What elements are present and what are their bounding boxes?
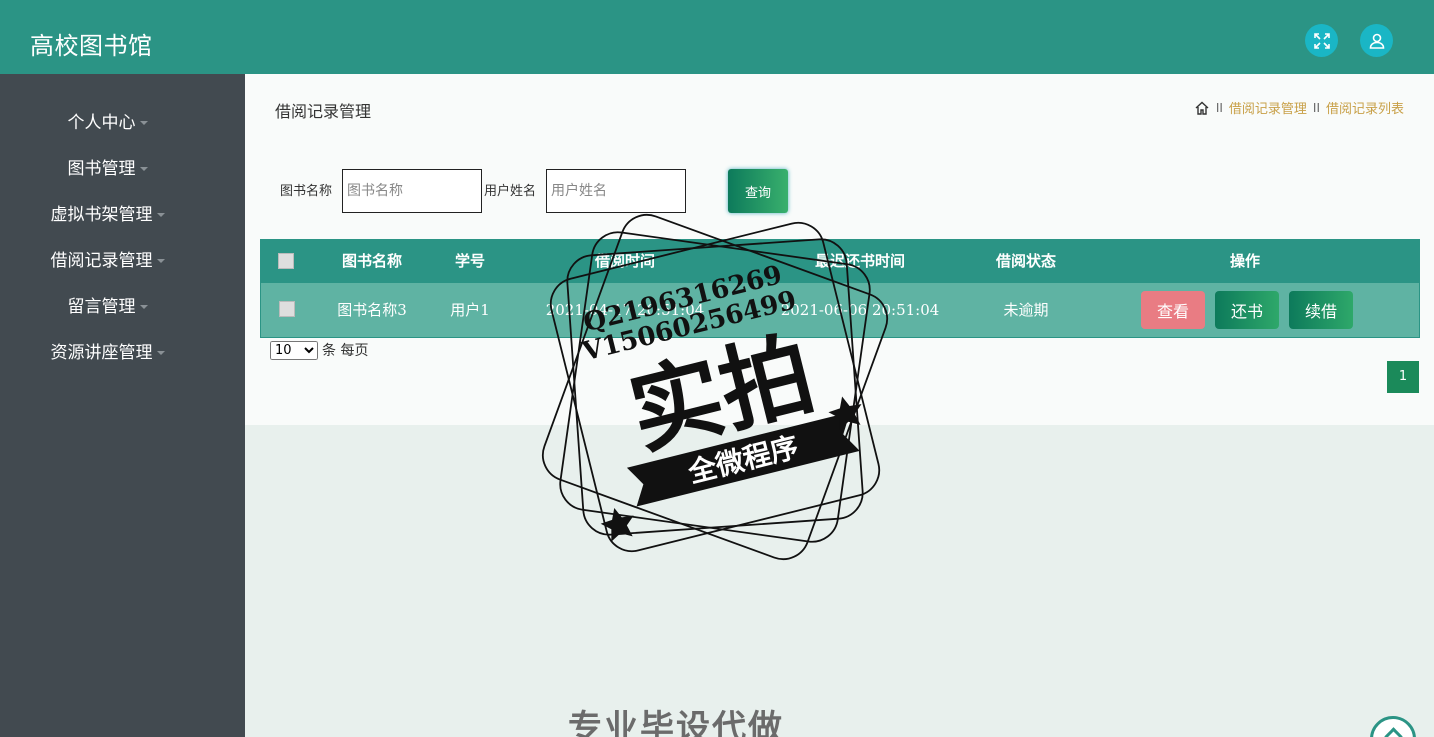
sidebar-item-lectures[interactable]: 资源讲座管理: [0, 338, 215, 363]
caret-down-icon: [156, 351, 165, 355]
query-button[interactable]: 查询: [728, 169, 788, 213]
page-size-control: 10 条 每页: [270, 340, 368, 360]
select-all-checkbox[interactable]: [278, 253, 294, 269]
return-book-button[interactable]: 还书: [1215, 291, 1279, 329]
breadcrumb-separator: II: [1312, 100, 1320, 115]
fullscreen-button[interactable]: [1305, 24, 1338, 57]
breadcrumb: II 借阅记录管理 II 借阅记录列表: [1194, 98, 1404, 117]
sidebar-item-label: 留言管理: [67, 297, 136, 317]
caret-down-icon: [139, 167, 148, 171]
watermark-bottom-text: 专业毕设代做: [568, 708, 784, 737]
caret-down-icon: [139, 121, 148, 125]
sidebar-item-label: 虚拟书架管理: [50, 205, 153, 225]
book-name-label: 图书名称: [280, 184, 333, 199]
table-header: 图书名称 学号 借阅时间 最迟还书时间 借阅状态 操作: [260, 239, 1420, 283]
page-number-1[interactable]: 1: [1387, 361, 1419, 393]
book-name-input[interactable]: [342, 169, 482, 213]
top-bar: 高校图书馆: [0, 0, 1434, 74]
star-icon: [600, 507, 634, 542]
caret-down-icon: [156, 259, 165, 263]
cell-due-time: 2021-06-06 20:51:04: [780, 301, 940, 319]
cell-book-name: 图书名称3: [337, 301, 407, 319]
breadcrumb-separator: II: [1215, 100, 1223, 115]
sidebar-item-messages[interactable]: 留言管理: [0, 292, 215, 317]
view-button[interactable]: 查看: [1141, 291, 1205, 329]
caret-down-icon: [156, 213, 165, 217]
user-name-label: 用户姓名: [484, 184, 537, 199]
sidebar-item-personal-center[interactable]: 个人中心: [0, 108, 215, 133]
column-header[interactable]: 借阅时间: [595, 239, 655, 283]
column-header: 操作: [1229, 252, 1261, 270]
back-to-top-button[interactable]: [1370, 716, 1416, 737]
user-name-input[interactable]: [546, 169, 686, 213]
page-size-select[interactable]: 10: [270, 340, 318, 360]
fullscreen-icon: [1313, 32, 1330, 49]
user-icon: [1369, 33, 1384, 49]
page-size-suffix: 条 每页: [322, 343, 369, 359]
column-header[interactable]: 最迟还书时间: [815, 239, 905, 283]
sidebar-item-virtual-shelf[interactable]: 虚拟书架管理: [0, 200, 215, 225]
main-panel: 借阅记录管理 II 借阅记录管理 II 借阅记录列表 图书名称 用户姓名 查询 …: [245, 74, 1434, 425]
breadcrumb-borrow-list[interactable]: 借阅记录列表: [1326, 98, 1404, 117]
caret-down-icon: [139, 305, 148, 309]
cell-student-id: 用户1: [450, 301, 490, 319]
column-header[interactable]: 图书名称: [342, 239, 402, 283]
column-header[interactable]: 学号: [455, 239, 485, 283]
breadcrumb-borrow-records[interactable]: 借阅记录管理: [1229, 98, 1307, 117]
row-checkbox[interactable]: [279, 301, 295, 317]
sidebar-item-label: 借阅记录管理: [50, 251, 153, 271]
sidebar-item-label: 资源讲座管理: [50, 343, 153, 363]
table-row: 图书名称3 用户1 2021-04-17 20:51:04 2021-06-06…: [260, 283, 1420, 338]
sidebar-item-label: 图书管理: [67, 159, 136, 179]
sidebar-item-label: 个人中心: [67, 113, 136, 133]
app-title: 高校图书馆: [30, 32, 153, 60]
sidebar: 个人中心 图书管理 虚拟书架管理 借阅记录管理 留言管理 资源讲座管理: [0, 74, 245, 737]
page-title: 借阅记录管理: [275, 102, 372, 121]
column-header[interactable]: 借阅状态: [996, 239, 1056, 283]
home-icon[interactable]: [1194, 100, 1210, 116]
watermark-banner: 全微程序: [684, 430, 802, 489]
sidebar-item-book-management[interactable]: 图书管理: [0, 154, 215, 179]
user-menu-button[interactable]: [1360, 24, 1393, 57]
cell-borrow-time: 2021-04-17 20:51:04: [545, 301, 705, 319]
renew-button[interactable]: 续借: [1289, 291, 1353, 329]
cell-status: 未逾期: [1003, 301, 1049, 319]
sidebar-item-borrow-records[interactable]: 借阅记录管理: [0, 246, 215, 271]
